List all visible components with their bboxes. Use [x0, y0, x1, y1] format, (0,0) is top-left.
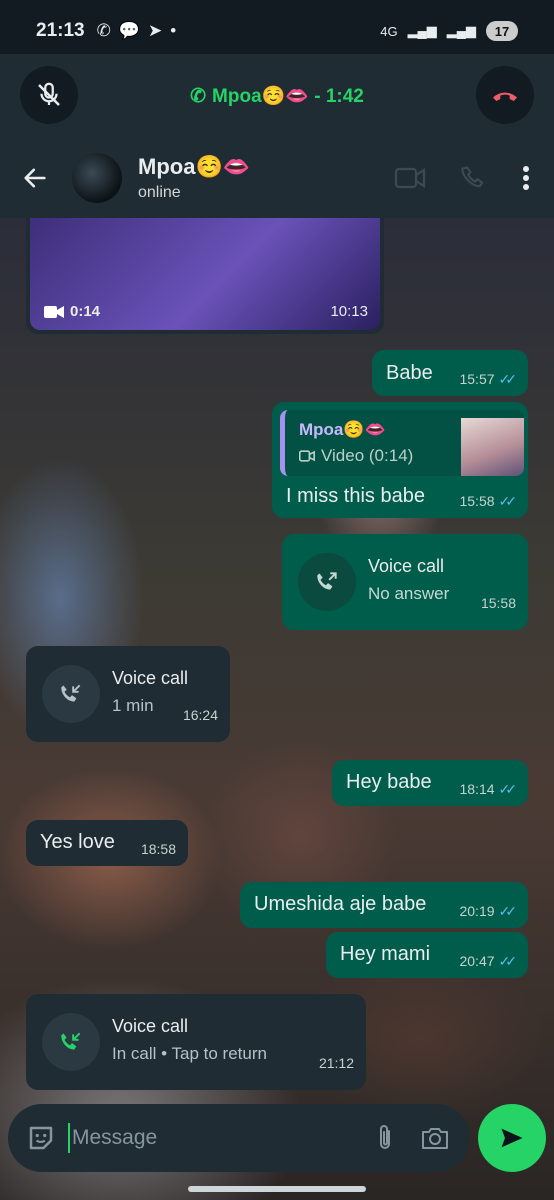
message-bubble-incoming[interactable]: Yes love 18:58	[26, 820, 188, 866]
read-ticks-icon: ✓✓	[498, 953, 518, 970]
message-composer: Message	[8, 1104, 470, 1172]
message-time: 18:14	[459, 781, 495, 798]
status-time: 21:13	[36, 20, 85, 41]
call-log-bubble[interactable]: Voice call In call • Tap to return 21:12	[26, 994, 366, 1090]
signal-icon: ▂▄▆	[407, 23, 437, 38]
home-indicator[interactable]	[188, 1186, 366, 1192]
mute-button[interactable]	[20, 66, 78, 124]
message-bubble-outgoing[interactable]: Umeshida aje babe 20:19 ✓✓	[240, 882, 528, 928]
message-time: 15:58	[459, 493, 495, 510]
telegram-notification-icon: ➤	[148, 21, 163, 40]
back-button[interactable]	[20, 163, 50, 193]
send-icon	[501, 1128, 523, 1148]
call-status: No answer	[368, 584, 450, 603]
message-text: Umeshida aje babe	[254, 893, 427, 915]
video-call-icon[interactable]	[394, 165, 426, 191]
call-title: Voice call	[112, 668, 189, 688]
message-text: Hey babe	[346, 771, 432, 793]
paperclip-icon[interactable]	[374, 1123, 396, 1153]
contact-info[interactable]: Mpoa☺️👄 online	[138, 154, 250, 202]
message-text: Yes love	[40, 831, 115, 853]
camera-icon[interactable]	[420, 1125, 450, 1151]
call-log-bubble[interactable]: Voice call 1 min 16:24	[26, 646, 230, 742]
message-time: 20:47	[459, 953, 495, 970]
read-ticks-icon: ✓✓	[498, 371, 518, 388]
message-time: 20:19	[459, 903, 495, 920]
video-thumbnail[interactable]: 0:14 10:13	[30, 218, 380, 330]
read-ticks-icon: ✓✓	[498, 781, 518, 798]
end-call-button[interactable]	[476, 66, 534, 124]
status-bar: 21:13 ✆ 💬 ➤ • 4G ▂▄▆ ▂▄▆ 17	[0, 0, 554, 62]
call-status: 1 min	[112, 696, 154, 715]
message-bubble-outgoing[interactable]: Hey mami 20:47 ✓✓	[326, 932, 528, 978]
incoming-call-icon	[61, 1032, 81, 1050]
message-time: 15:57	[459, 371, 495, 388]
sticker-icon[interactable]	[26, 1123, 56, 1153]
voice-call-icon[interactable]	[460, 164, 488, 192]
more-options-icon[interactable]	[522, 165, 530, 191]
ongoing-call-text: Mpoa☺️👄 - 1:42	[212, 86, 364, 107]
video-icon	[44, 305, 64, 318]
read-ticks-icon: ✓✓	[498, 493, 518, 510]
mic-off-icon	[38, 82, 60, 106]
ongoing-call-label[interactable]: ✆ Mpoa☺️👄 - 1:42	[190, 84, 364, 108]
message-text: I miss this babe	[286, 485, 425, 507]
call-log-bubble[interactable]: Voice call No answer 15:58	[282, 534, 528, 630]
battery-icon: 17	[486, 21, 518, 41]
quoted-text: Video (0:14)	[321, 446, 414, 465]
incoming-call-icon	[61, 684, 81, 702]
message-time: 18:58	[140, 841, 176, 858]
arrow-left-icon	[24, 168, 46, 188]
read-ticks-icon: ✓✓	[498, 903, 518, 920]
ongoing-call-banner[interactable]: ✆ Mpoa☺️👄 - 1:42	[0, 54, 554, 138]
quoted-thumbnail	[461, 418, 524, 476]
message-bubble-outgoing[interactable]: Babe 15:57 ✓✓	[372, 350, 528, 396]
message-bubble-outgoing[interactable]: Hey babe 18:14 ✓✓	[332, 760, 528, 806]
chat-notification-icon: 💬	[118, 21, 141, 40]
phone-notification-icon: ✆	[96, 21, 111, 40]
message-time: 15:58	[480, 595, 516, 612]
phone-icon: ✆	[190, 85, 207, 107]
message-text: Hey mami	[340, 943, 431, 965]
call-title: Voice call	[368, 556, 445, 576]
outgoing-call-icon	[317, 572, 337, 590]
quoted-message[interactable]: Mpoa☺️👄 Video (0:14)	[280, 410, 524, 476]
end-call-icon	[493, 92, 517, 101]
contact-name: Mpoa☺️👄	[138, 154, 251, 179]
dot-icon: •	[170, 21, 177, 40]
message-time: 21:12	[318, 1055, 354, 1072]
quoted-sender: Mpoa☺️👄	[299, 420, 386, 439]
message-time: 16:24	[182, 707, 218, 724]
call-title: Voice call	[112, 1016, 189, 1036]
message-time: 10:13	[330, 303, 368, 320]
signal-icon-2: ▂▄▆	[446, 23, 476, 38]
message-bubble-outgoing[interactable]: Mpoa☺️👄 Video (0:14) I miss this babe 15…	[272, 402, 528, 518]
avatar[interactable]	[72, 153, 122, 203]
network-type: 4G	[380, 23, 398, 39]
message-input[interactable]: Message	[68, 1123, 374, 1153]
video-message[interactable]: 0:14 10:13	[26, 218, 384, 334]
video-icon	[299, 450, 315, 462]
chat-header: Mpoa☺️👄 online	[0, 138, 554, 218]
contact-status: online	[138, 184, 181, 201]
call-status: In call • Tap to return	[112, 1044, 267, 1063]
video-duration: 0:14	[70, 303, 101, 320]
send-button[interactable]	[478, 1104, 546, 1172]
message-text: Babe	[386, 362, 433, 384]
